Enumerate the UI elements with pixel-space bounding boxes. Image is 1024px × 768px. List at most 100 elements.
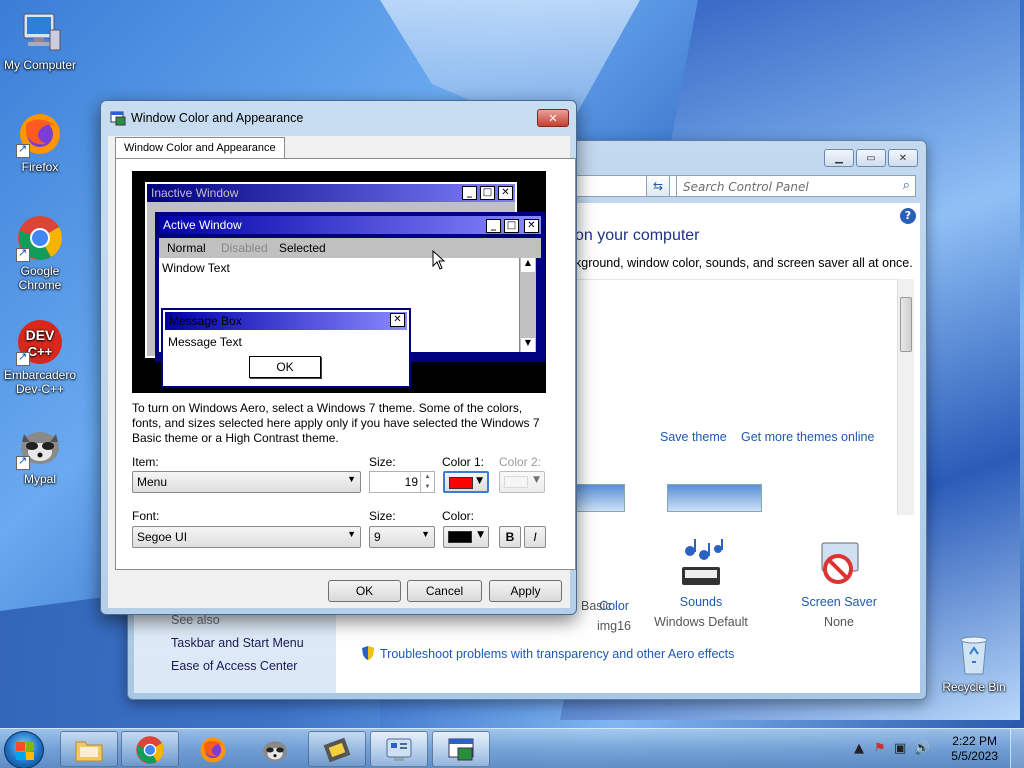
svg-text:DEV: DEV xyxy=(26,327,55,343)
desktop-icon-devcpp[interactable]: DEVC++ Embarcadero Dev-C++ xyxy=(0,318,80,396)
active-title-bar: Active Window xyxy=(159,216,541,234)
cancel-button[interactable]: Cancel xyxy=(407,580,482,602)
instructions-text: To turn on Windows Aero, select a Window… xyxy=(132,401,540,445)
troubleshoot-link[interactable]: Troubleshoot problems with transparency … xyxy=(380,647,734,661)
appearance-preview[interactable]: Inactive Window _ □ ✕ Active Window _ □ … xyxy=(132,171,546,393)
start-button[interactable] xyxy=(4,731,44,768)
clock-time: 2:22 PM xyxy=(952,734,997,748)
folder-icon xyxy=(75,741,103,762)
active-window-title: Active Window xyxy=(163,218,242,232)
chevron-down-icon: ▼ xyxy=(533,475,540,485)
menu-disabled: Disabled xyxy=(221,241,268,255)
control-panel-icon xyxy=(386,738,412,761)
font-select-value: Segoe UI xyxy=(137,530,188,544)
font-color-picker[interactable]: ▼ xyxy=(443,526,489,548)
chevron-down-icon: ▼ xyxy=(421,529,430,539)
item-value: None xyxy=(824,615,854,629)
firefox-icon xyxy=(200,737,226,763)
show-desktop-button[interactable] xyxy=(1010,729,1024,768)
desktop-icon-label: Embarcadero Dev-C++ xyxy=(3,368,77,396)
item-label: Item: xyxy=(132,455,159,469)
desktop-icon-google-chrome[interactable]: Google Chrome xyxy=(0,214,80,292)
color1-picker[interactable]: ▼ xyxy=(443,471,489,493)
theme-list[interactable]: Save theme Get more themes online xyxy=(575,279,908,515)
window-color-dialog: Window Color and Appearance ✕ Window Col… xyxy=(100,100,577,615)
taskbar-devcpp-button[interactable] xyxy=(308,731,366,767)
close-icon: ✕ xyxy=(548,111,558,125)
bold-button[interactable]: B xyxy=(499,526,521,548)
link-taskbar-start-menu[interactable]: Taskbar and Start Menu xyxy=(171,636,304,650)
close-icon: ✕ xyxy=(498,186,513,200)
preview-scrollbar: ▲ ▼ xyxy=(519,258,536,352)
chevron-down-icon: ▼ xyxy=(477,530,484,540)
screen-saver-item[interactable]: Screen Saver None xyxy=(764,533,914,629)
desktop-icon-mypal[interactable]: Mypal xyxy=(0,422,80,486)
font-label: Font: xyxy=(132,509,160,523)
taskbar-chrome-button[interactable] xyxy=(121,731,179,767)
clock[interactable]: 2:22 PM 5/5/2023 xyxy=(951,734,998,764)
help-icon[interactable]: ? xyxy=(900,208,916,224)
menu-selected: Selected xyxy=(279,241,326,255)
preview-menu-bar: Normal Disabled Selected xyxy=(159,238,541,258)
theme-thumbnail[interactable] xyxy=(667,484,762,512)
search-placeholder: Search Control Panel xyxy=(683,180,809,194)
tab-window-color-appearance[interactable]: Window Color and Appearance xyxy=(115,137,285,159)
mouse-cursor-icon xyxy=(432,249,446,270)
refresh-button[interactable]: ⇆ xyxy=(646,175,670,197)
scrollbar-thumb[interactable] xyxy=(900,297,912,352)
apply-button[interactable]: Apply xyxy=(489,580,562,602)
taskbar-firefox-button[interactable] xyxy=(184,731,242,767)
mypal-icon xyxy=(16,422,64,470)
message-box-title-bar: Message Box xyxy=(165,312,407,330)
taskbar-explorer-button[interactable] xyxy=(60,731,118,767)
maximize-button[interactable]: ▭ xyxy=(856,149,886,167)
page-subtitle: kground, window color, sounds, and scree… xyxy=(575,256,913,270)
font-select[interactable]: Segoe UI ▼ xyxy=(132,526,361,548)
shortcut-arrow-icon xyxy=(16,454,30,470)
taskbar: ▲ ⚑ ▣ 🔊 2:22 PM 5/5/2023 xyxy=(0,728,1024,768)
search-input[interactable]: Search Control Panel ⌕ xyxy=(676,175,916,197)
color1-label: Color 1: xyxy=(442,455,485,469)
inactive-window-title: Inactive Window xyxy=(151,186,239,200)
taskbar-mypal-button[interactable] xyxy=(246,731,304,767)
network-icon[interactable]: ▣ xyxy=(894,741,906,756)
close-button[interactable]: ✕ xyxy=(537,109,569,127)
item-label: Screen Saver xyxy=(801,595,877,609)
minimize-button[interactable]: ▁ xyxy=(824,149,854,167)
italic-button[interactable]: I xyxy=(524,526,546,548)
appearance-icon xyxy=(448,738,474,761)
vertical-scrollbar[interactable] xyxy=(897,279,914,515)
save-theme-link[interactable]: Save theme xyxy=(660,430,727,444)
window-caption-buttons: ▁ ▭ ✕ xyxy=(824,149,918,167)
menu-normal: Normal xyxy=(167,241,206,255)
get-more-themes-link[interactable]: Get more themes online xyxy=(741,430,874,444)
taskbar-appearance-button[interactable] xyxy=(432,731,490,767)
link-ease-of-access[interactable]: Ease of Access Center xyxy=(171,659,297,673)
item-size-spinner[interactable]: 19 ▲ ▼ xyxy=(369,471,435,493)
search-icon: ⌕ xyxy=(902,178,910,193)
desktop-icon-label: Google Chrome xyxy=(18,264,62,292)
mypal-icon xyxy=(263,741,287,762)
action-center-icon[interactable]: ⚑ xyxy=(874,741,886,756)
shield-icon xyxy=(360,645,376,661)
chevron-down-icon: ▼ xyxy=(476,476,483,486)
theme-thumbnail[interactable] xyxy=(575,484,625,512)
scroll-up-icon: ▲ xyxy=(521,258,535,272)
font-size-value: 9 xyxy=(374,530,381,544)
item-select[interactable]: Menu ▼ xyxy=(132,471,361,493)
font-size-select[interactable]: 9 ▼ xyxy=(369,526,435,548)
close-button[interactable]: ✕ xyxy=(888,149,918,167)
preview-message-box[interactable]: Message Box ✕ Message Text OK xyxy=(161,308,411,388)
spinner-arrows-icon[interactable]: ▲ ▼ xyxy=(420,472,434,492)
windows-logo-icon xyxy=(16,742,34,760)
sounds-item[interactable]: Sounds Windows Default xyxy=(626,533,776,629)
close-icon: ✕ xyxy=(390,313,405,327)
desktop-icon-recycle-bin[interactable]: Recycle Bin xyxy=(934,630,1014,694)
show-hidden-icons-icon[interactable]: ▲ xyxy=(854,741,864,756)
desktop-icon-my-computer[interactable]: My Computer xyxy=(0,8,80,72)
ok-button[interactable]: OK xyxy=(328,580,401,602)
taskbar-control-panel-button[interactable] xyxy=(370,731,428,767)
desktop-icon-label: Mypal xyxy=(23,472,56,486)
desktop-icon-firefox[interactable]: Firefox xyxy=(0,110,80,174)
volume-icon[interactable]: 🔊 xyxy=(914,741,930,756)
